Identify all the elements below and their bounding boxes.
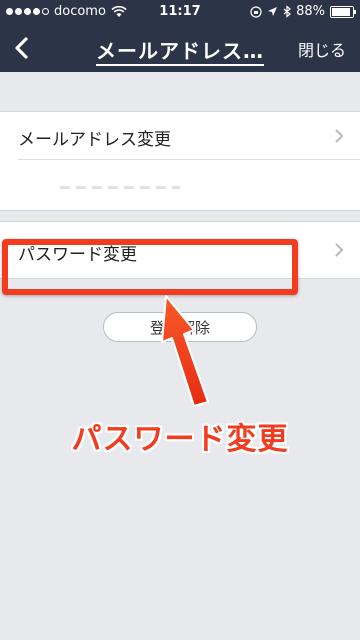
navigation-bar: メールアドレス… 閉じる [0, 24, 360, 72]
battery-icon [330, 5, 356, 18]
email-change-row[interactable]: メールアドレス変更 [0, 112, 360, 160]
status-right: 88% [250, 4, 356, 19]
lock-rotation-icon [250, 5, 262, 18]
annotation-callout: パスワード変更 [71, 422, 289, 457]
bluetooth-icon [283, 5, 292, 18]
email-change-label: メールアドレス変更 [18, 130, 171, 150]
faded-content [60, 186, 180, 189]
status-bar: docomo 11:17 88% [0, 0, 360, 24]
faded-row [0, 160, 360, 210]
chevron-right-icon [335, 243, 344, 257]
email-group: メールアドレス変更 [0, 111, 360, 211]
close-button[interactable]: 閉じる [298, 37, 346, 61]
annotation-highlight-box [2, 239, 298, 295]
location-icon [268, 7, 278, 16]
chevron-right-icon [335, 129, 344, 143]
arrow-icon [161, 295, 209, 407]
battery-percent: 88% [296, 4, 325, 19]
page-title-text: メールアドレス… [96, 39, 264, 66]
